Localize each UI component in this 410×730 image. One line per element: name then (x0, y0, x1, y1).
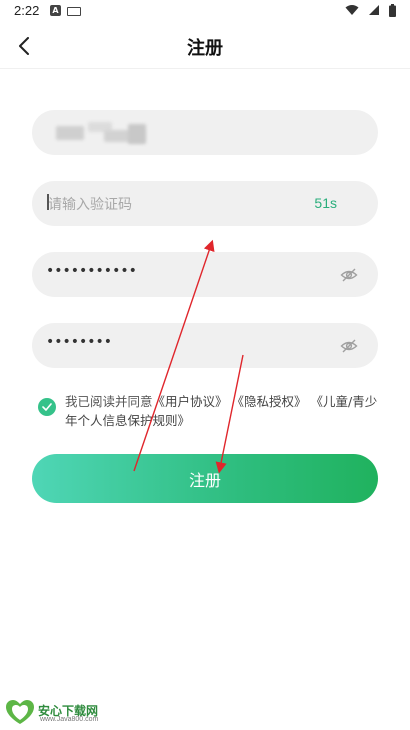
password-visibility-toggle[interactable] (340, 266, 358, 284)
check-icon (42, 403, 52, 411)
privacy-link[interactable]: 《隐私授权》 (232, 394, 307, 409)
status-right-icons (341, 4, 396, 18)
signal-icon (368, 5, 379, 15)
notification-a-icon: A (50, 5, 61, 16)
confirm-password-value: •••••••• (46, 334, 113, 350)
watermark-url: www.Java800.com (40, 716, 99, 723)
resend-countdown: 51s (314, 195, 337, 211)
verification-code-field[interactable]: 51s (32, 181, 378, 228)
eye-off-icon (340, 339, 358, 353)
text-caret (47, 194, 49, 210)
verification-code-input[interactable] (46, 181, 310, 228)
password-value: ••••••••••• (46, 263, 137, 279)
agreement-text: 我已阅读并同意《用户协议》 《隐私授权》 《儿童/青少年个人信息保护规则》 (65, 392, 385, 430)
agreement-prefix: 我已阅读并同意 (65, 394, 153, 409)
app-header: 注册 (0, 24, 410, 69)
confirm-password-field[interactable]: •••••••• (32, 323, 378, 368)
status-time: 2:22 (14, 3, 40, 18)
confirm-password-visibility-toggle[interactable] (340, 337, 358, 355)
battery-icon (389, 4, 396, 17)
agreement-checkbox[interactable] (38, 398, 56, 416)
user-agreement-link[interactable]: 《用户协议》 (153, 394, 228, 409)
eye-off-icon (340, 268, 358, 282)
status-bar: 2:22 A (0, 0, 410, 24)
password-field[interactable]: ••••••••••• (32, 252, 378, 297)
register-button[interactable]: 注册 (32, 454, 378, 503)
obscured-phone-number-4 (128, 124, 146, 144)
phone-field[interactable] (32, 110, 378, 155)
keyboard-icon (67, 7, 81, 16)
obscured-phone-number (56, 126, 84, 140)
page-title: 注册 (187, 38, 223, 59)
wifi-icon (345, 5, 359, 15)
